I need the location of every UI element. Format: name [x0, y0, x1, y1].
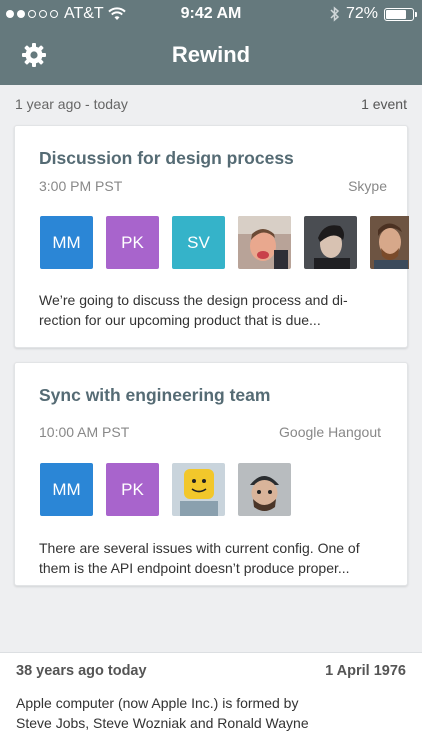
event-service: Google Hangout: [279, 424, 381, 440]
description-text: There are several issues with current co…: [39, 540, 360, 576]
historic-date: 1 April 1976: [325, 663, 406, 679]
status-bar: AT&T 9:42 AM 72%: [0, 0, 422, 30]
avatar[interactable]: PK: [106, 216, 159, 269]
page-title: Rewind: [171, 42, 251, 67]
historic-text: Apple computer (now Apple Inc.) is forme…: [16, 695, 309, 731]
on-this-day-panel: 38 years ago today 1 April 1976 Apple co…: [0, 652, 422, 750]
avatar-photo[interactable]: [238, 463, 291, 516]
event-time: 3:00 PM PST: [39, 178, 123, 194]
top-bar: AT&T 9:42 AM 72% Rewind: [0, 0, 422, 85]
description-text: We’re going to discuss the design proces…: [39, 292, 348, 328]
event-card[interactable]: Discussion for design process 3:00 PM PS…: [14, 125, 409, 348]
event-card[interactable]: Sync with engineering team 10:00 AM PST …: [14, 362, 408, 586]
range-header: 1 year ago - today 1 event: [0, 92, 422, 118]
range-label: 1 year ago - today: [15, 96, 128, 112]
status-right: 72%: [330, 5, 417, 23]
event-count: 1 event: [361, 96, 407, 112]
battery-icon: [384, 7, 417, 21]
avatar-photo[interactable]: [172, 463, 225, 516]
avatar[interactable]: MM: [40, 463, 93, 516]
event-description: We’re going to discuss the design proces…: [39, 290, 389, 330]
avatar-photo[interactable]: [370, 216, 409, 269]
event-title: Discussion for design process: [39, 148, 294, 168]
avatar[interactable]: MM: [40, 216, 93, 269]
avatar[interactable]: SV: [172, 216, 225, 269]
participant-list: MM PK: [40, 463, 409, 517]
years-ago-label: 38 years ago today: [16, 663, 147, 679]
avatar-photo[interactable]: [238, 216, 291, 269]
event-time: 10:00 AM PST: [39, 424, 130, 440]
event-service: Skype: [348, 178, 387, 194]
avatar-photo[interactable]: [304, 216, 357, 269]
event-title: Sync with engineering team: [39, 385, 271, 405]
event-description: There are several issues with current co…: [39, 538, 389, 578]
participant-list: MM PK SV: [40, 216, 409, 270]
battery-percent: 72%: [345, 5, 378, 22]
bluetooth-icon: [330, 6, 340, 22]
avatar[interactable]: PK: [106, 463, 159, 516]
